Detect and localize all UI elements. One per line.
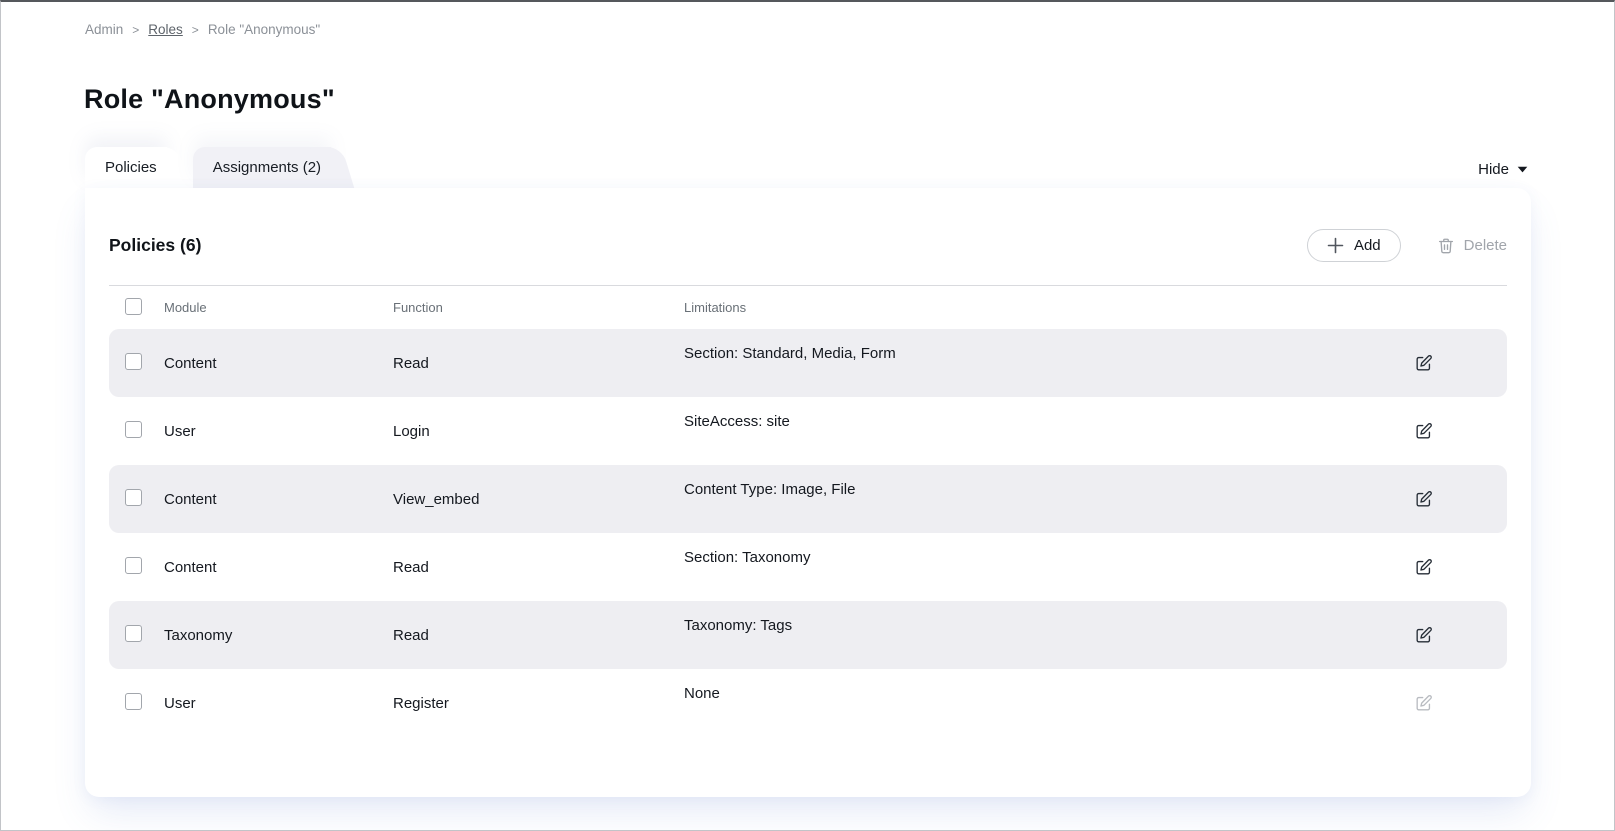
edit-policy-button[interactable] [1414,354,1433,373]
edit-cell [1411,558,1507,577]
add-button-label: Add [1354,237,1381,254]
panel-header: Policies (6) Add Delete [109,188,1507,285]
limitations-cell: SiteAccess: site [684,413,1411,430]
row-checkbox-cell [109,353,164,374]
column-header-function: Function [393,300,684,315]
module-cell: Taxonomy [164,627,393,644]
edit-policy-button[interactable] [1414,422,1433,441]
edit-cell [1411,490,1507,509]
policy-row: Content View_embed Content Type: Image, … [109,465,1507,533]
function-cell: Read [393,627,684,644]
column-header-module: Module [164,300,393,315]
row-checkbox[interactable] [125,489,142,506]
row-checkbox-cell [109,693,164,714]
policies-table: Module Function Limitations Content Read… [109,285,1507,737]
policy-row: Content Read Section: Standard, Media, F… [109,329,1507,397]
tab-assignments-label: Assignments (2) [213,159,321,176]
tab-policies-label: Policies [105,159,157,176]
limitations-cell: Taxonomy: Tags [684,617,1411,634]
edit-policy-button[interactable] [1414,558,1433,577]
breadcrumb: Admin > Roles > Role "Anonymous" [85,22,320,37]
limitations-cell: Section: Taxonomy [684,549,1411,566]
breadcrumb-separator: > [132,23,139,37]
column-header-limitations: Limitations [684,300,1411,315]
tab-assignments[interactable]: Assignments (2) [193,147,331,188]
row-checkbox[interactable] [125,557,142,574]
edit-policy-button[interactable] [1414,626,1433,645]
delete-policy-button[interactable]: Delete [1437,237,1507,255]
module-cell: User [164,695,393,712]
edit-icon [1414,558,1433,577]
policy-row: User Register None [109,669,1507,737]
limitations-cell: Section: Standard, Media, Form [684,345,1411,362]
breadcrumb-item-current: Role "Anonymous" [208,22,320,37]
table-header-row: Module Function Limitations [109,286,1507,329]
panel-actions: Add Delete [1307,229,1507,262]
module-cell: Content [164,491,393,508]
function-cell: View_embed [393,491,684,508]
edit-icon [1414,490,1433,509]
row-checkbox-cell [109,625,164,646]
tab-bar: Policies Assignments (2) [85,147,331,188]
edit-policy-button[interactable] [1414,694,1433,713]
module-cell: Content [164,559,393,576]
function-cell: Read [393,355,684,372]
edit-cell [1411,354,1507,373]
breadcrumb-separator: > [192,23,199,37]
breadcrumb-item-roles[interactable]: Roles [148,22,183,37]
add-policy-button[interactable]: Add [1307,229,1401,262]
edit-policy-button[interactable] [1414,490,1433,509]
edit-icon [1414,422,1433,441]
row-checkbox[interactable] [125,693,142,710]
tab-policies[interactable]: Policies [85,147,167,188]
row-checkbox[interactable] [125,625,142,642]
module-cell: User [164,423,393,440]
function-cell: Read [393,559,684,576]
policies-panel: Policies (6) Add Delete [85,188,1531,797]
breadcrumb-item-admin: Admin [85,22,123,37]
select-all-checkbox[interactable] [125,298,142,315]
edit-cell [1411,694,1507,713]
edit-icon [1414,626,1433,645]
row-checkbox[interactable] [125,353,142,370]
function-cell: Register [393,695,684,712]
edit-cell [1411,626,1507,645]
trash-icon [1437,237,1455,255]
row-checkbox-cell [109,421,164,442]
caret-down-icon [1517,166,1528,173]
edit-icon [1414,694,1433,713]
module-cell: Content [164,355,393,372]
policy-row: User Login SiteAccess: site [109,397,1507,465]
policies-table-body: Content Read Section: Standard, Media, F… [109,329,1507,737]
panel-title: Policies (6) [109,235,201,256]
page-title: Role "Anonymous" [84,84,335,115]
function-cell: Login [393,423,684,440]
edit-icon [1414,354,1433,373]
policy-row: Taxonomy Read Taxonomy: Tags [109,601,1507,669]
hide-toggle[interactable]: Hide [1478,161,1528,178]
edit-cell [1411,422,1507,441]
row-checkbox-cell [109,489,164,510]
row-checkbox[interactable] [125,421,142,438]
row-checkbox-cell [109,557,164,578]
header-checkbox-cell [109,298,164,318]
delete-button-label: Delete [1464,237,1507,254]
policy-row: Content Read Section: Taxonomy [109,533,1507,601]
plus-icon [1327,237,1344,254]
hide-toggle-label: Hide [1478,161,1509,178]
admin-role-page: Admin > Roles > Role "Anonymous" Role "A… [0,0,1615,831]
limitations-cell: None [684,685,1411,702]
limitations-cell: Content Type: Image, File [684,481,1411,498]
